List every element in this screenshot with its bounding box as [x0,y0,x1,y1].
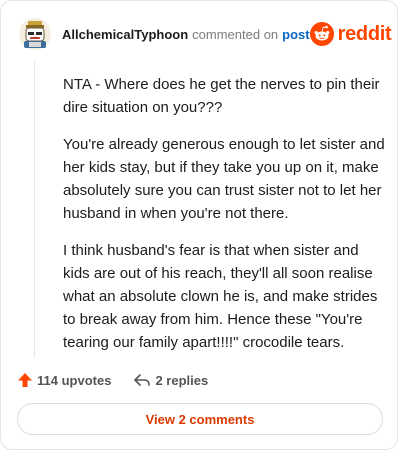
reply-count: 2 replies [155,372,209,388]
commented-on-text: commented on [192,26,279,42]
upvote-arrow-icon [18,373,32,387]
post-link[interactable]: post [282,27,309,42]
comment-paragraph: NTA - Where does he get the nerves to pi… [63,76,380,116]
thread-line [34,61,35,358]
reddit-logo[interactable]: reddit [309,22,392,46]
comment-actions: 114 upvotes 2 replies [17,370,208,390]
replies-button[interactable]: 2 replies [133,372,208,388]
reddit-wordmark: reddit [337,23,392,45]
snoo-avatar-icon[interactable] [19,18,51,50]
upvote-button[interactable]: 114 upvotes [17,372,111,388]
comment-card: AllchemicalTyphoon commented on post red… [0,0,398,450]
reply-arrow-icon [134,374,151,386]
comment-meta: AllchemicalTyphoon commented on post [62,27,310,42]
reddit-logo-icon [309,22,334,46]
comment-paragraph: You're already generous enough to let si… [63,136,385,222]
comment-header: AllchemicalTyphoon commented on post red… [19,17,392,51]
view-comments-button[interactable]: View 2 comments [17,403,383,435]
author-name[interactable]: AllchemicalTyphoon [62,27,188,42]
comment-paragraph: I think husband's fear is that when sist… [63,242,378,351]
upvote-count: 114 upvotes [37,372,112,388]
comment-body: NTA - Where does he get the nerves to pi… [63,73,385,368]
